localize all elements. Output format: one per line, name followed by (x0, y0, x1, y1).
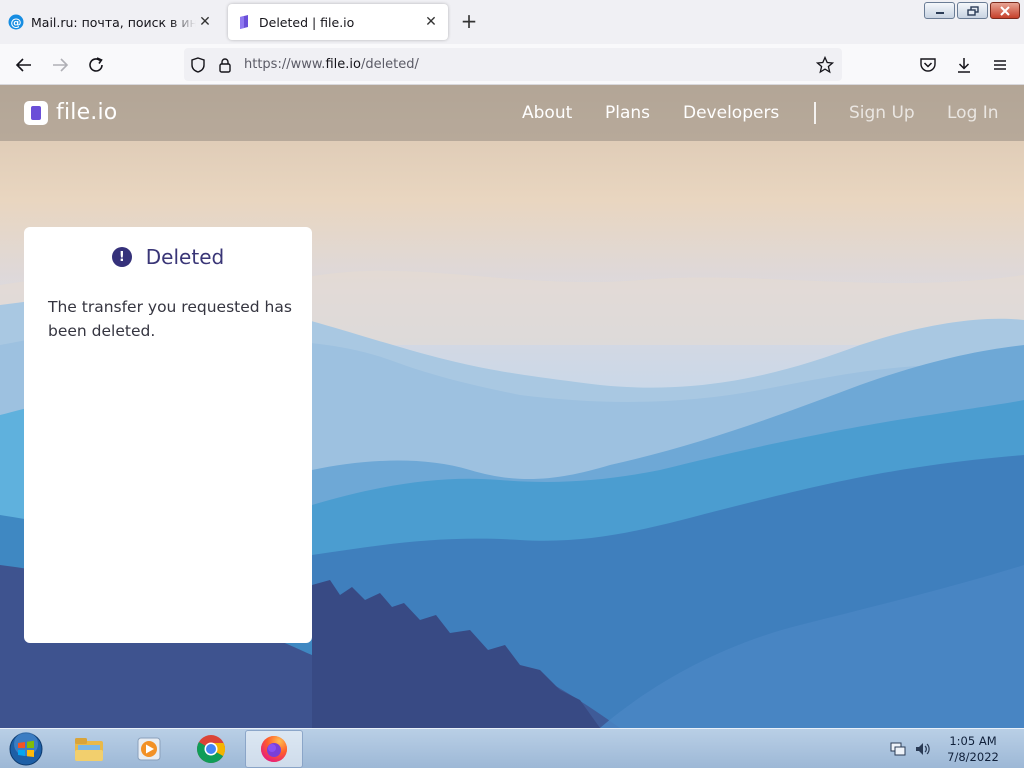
back-arrow-icon (15, 58, 31, 72)
taskbar-media-player[interactable] (121, 730, 179, 768)
nav-developers-link[interactable]: Developers (683, 103, 779, 123)
tab-fileio[interactable]: Deleted | file.io ✕ (228, 4, 448, 40)
address-bar[interactable]: https://www.file.io/deleted/ (184, 48, 842, 81)
bookmark-star-icon[interactable] (816, 56, 834, 74)
clock-date: 7/8/2022 (947, 750, 999, 764)
taskbar: 1:05 AM 7/8/2022 (0, 728, 1024, 768)
screen: @ Mail.ru: почта, поиск в интернете ✕ De… (0, 0, 1024, 768)
explorer-icon (75, 738, 103, 761)
taskbar-chrome[interactable] (182, 730, 240, 768)
card-message: The transfer you requested has been dele… (48, 298, 292, 340)
tab-strip: @ Mail.ru: почта, поиск в интернете ✕ De… (0, 0, 1024, 44)
url-domain: file.io (325, 57, 361, 72)
site-logo[interactable]: file.io (24, 100, 117, 125)
svg-text:@: @ (11, 16, 22, 29)
nav-about-link[interactable]: About (522, 103, 572, 123)
windows-start-orb-icon (9, 732, 43, 766)
close-icon (1000, 5, 1010, 16)
media-player-icon (137, 737, 161, 761)
exclamation-circle-icon: ! (111, 247, 132, 267)
site-header: file.io About Plans Developers Sign Up L… (0, 85, 1024, 141)
pocket-icon (920, 58, 936, 72)
system-clock[interactable]: 1:05 AM 7/8/2022 (934, 733, 1012, 765)
clock-time: 1:05 AM (949, 734, 997, 748)
nav-plans-link[interactable]: Plans (605, 103, 650, 123)
restore-button[interactable] (957, 2, 988, 19)
pocket-button[interactable] (915, 52, 941, 78)
hamburger-menu-icon (994, 60, 1006, 70)
chrome-icon (197, 735, 225, 763)
firefox-icon (261, 736, 287, 762)
forward-arrow-icon (53, 58, 69, 72)
tab-mailru[interactable]: @ Mail.ru: почта, поиск в интернете ✕ (0, 4, 222, 40)
volume-icon[interactable] (914, 741, 930, 757)
web-page: file.io About Plans Developers Sign Up L… (0, 85, 1024, 728)
deleted-card: ! Deleted The transfer you requested has… (24, 227, 312, 643)
logo-text: file.io (56, 100, 118, 125)
tab-title: Mail.ru: почта, поиск в интернете (31, 14, 196, 30)
url-text[interactable]: https://www.file.io/deleted/ (244, 57, 419, 72)
reload-button[interactable] (83, 52, 109, 78)
downloads-button[interactable] (951, 52, 977, 78)
nav-divider (814, 102, 816, 124)
navigation-toolbar: https://www.file.io/deleted/ (0, 44, 1024, 85)
close-tab-icon[interactable]: ✕ (422, 13, 440, 31)
download-icon (958, 58, 970, 73)
lock-icon[interactable] (216, 56, 234, 74)
url-path: /deleted/ (360, 57, 419, 72)
forward-button[interactable] (47, 52, 73, 78)
minimize-button[interactable] (924, 2, 955, 19)
fileio-logo-icon (24, 100, 48, 125)
card-header: ! Deleted (24, 245, 312, 269)
reload-icon (89, 57, 103, 72)
minimize-icon (935, 11, 944, 14)
tracking-shield-icon[interactable] (189, 56, 207, 74)
restore-icon (966, 5, 979, 16)
fileio-icon (236, 14, 252, 30)
window-controls (924, 2, 1020, 19)
taskbar-explorer[interactable] (60, 730, 118, 768)
close-window-button[interactable] (990, 2, 1020, 19)
card-title: Deleted (145, 245, 225, 269)
back-button[interactable] (11, 52, 37, 78)
taskbar-firefox[interactable] (245, 730, 303, 768)
tab-title: Deleted | file.io (259, 14, 355, 30)
url-prefix: https://www. (244, 57, 326, 72)
close-tab-icon[interactable]: ✕ (196, 13, 214, 31)
start-button[interactable] (6, 730, 46, 768)
network-icon[interactable] (890, 741, 906, 757)
sign-up-link[interactable]: Sign Up (849, 103, 915, 123)
mailru-at-icon: @ (8, 14, 24, 30)
log-in-link[interactable]: Log In (947, 103, 999, 123)
menu-button[interactable] (987, 52, 1013, 78)
new-tab-button[interactable]: + (458, 11, 480, 33)
